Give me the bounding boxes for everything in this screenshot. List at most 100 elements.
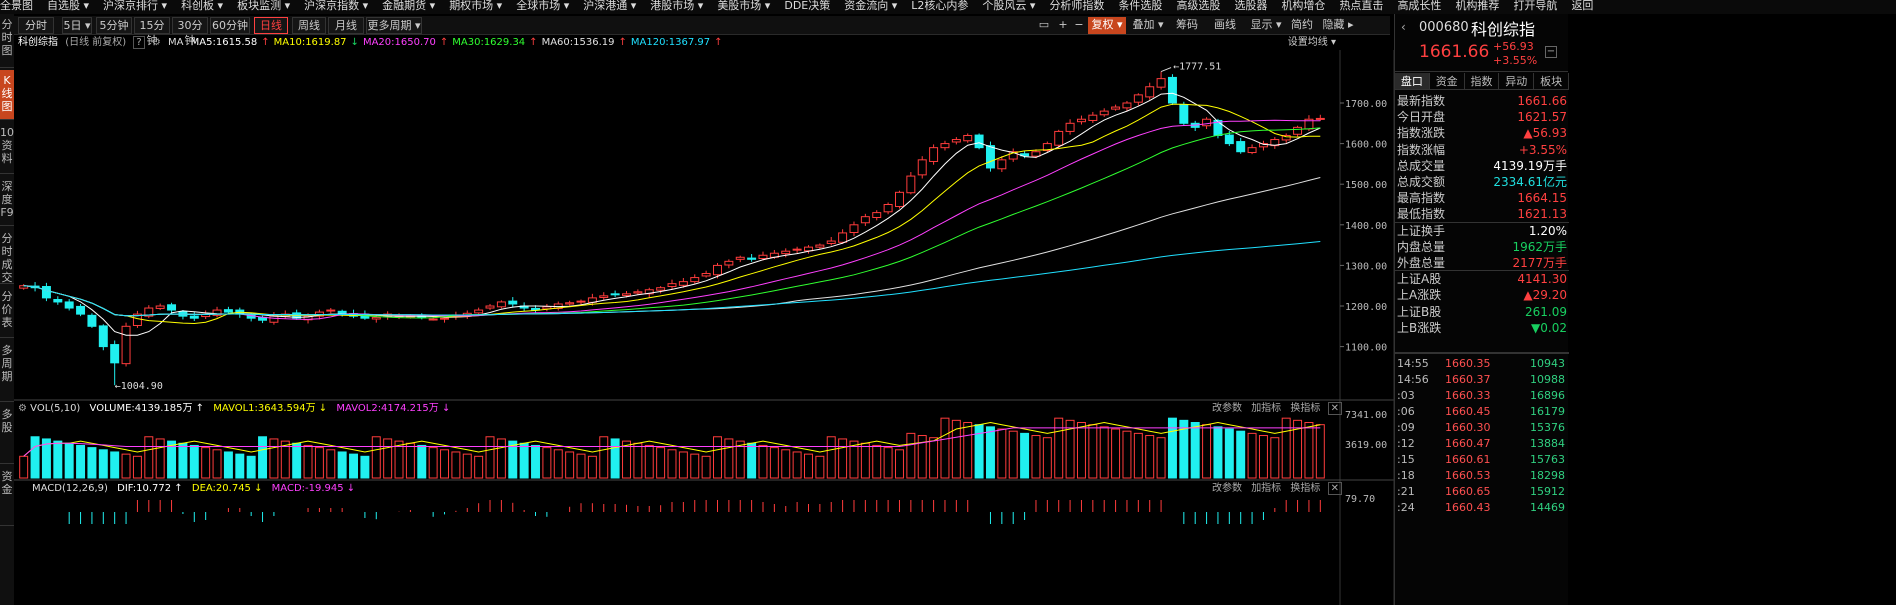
toolbar-button[interactable]: 复权 ▾ — [1088, 17, 1126, 34]
vol-title: VOL(5,10) — [30, 403, 81, 414]
vol-change-param-button[interactable]: 改参数 — [1212, 403, 1242, 414]
top-menu-item[interactable]: 期权市场 ▾ — [449, 0, 502, 12]
vtab-item[interactable]: 分时图 — [0, 14, 14, 68]
quote-row-label: 上A涨跌 — [1397, 288, 1442, 303]
top-menu-item[interactable]: 打开导航 — [1513, 0, 1557, 12]
macd-change-param-button[interactable]: 改参数 — [1212, 483, 1242, 494]
top-menu-item[interactable]: 高成长性 — [1397, 0, 1441, 12]
macd-switch-indicator-button[interactable]: 换指标 — [1290, 483, 1320, 494]
top-menu-item[interactable]: 机构推荐 — [1455, 0, 1499, 12]
vtab-item[interactable]: 资金 — [0, 466, 14, 526]
quote-row-label: 内盘总量 — [1397, 239, 1446, 254]
top-menu-item[interactable]: 美股市场 ▾ — [717, 0, 770, 12]
plus-icon[interactable]: + — [1056, 17, 1070, 34]
period-button[interactable]: 15分钟 — [134, 17, 170, 47]
macd-add-indicator-button[interactable]: 加指标 — [1251, 483, 1281, 494]
ma-value: MA5:1615.58 — [190, 37, 258, 48]
top-menu-item[interactable]: 沪深港通 ▾ — [583, 0, 636, 12]
quote-tab[interactable]: 指数 — [1465, 73, 1500, 89]
volume-bar — [565, 451, 575, 479]
vtab-item[interactable]: K线图 — [0, 70, 14, 120]
quote-tab[interactable]: 盘口 — [1395, 73, 1430, 89]
help-icon[interactable]: ? — [133, 36, 145, 49]
vtab-item[interactable]: 多周期 — [0, 340, 14, 402]
quote-tab[interactable]: 板块 — [1534, 73, 1569, 89]
period-button[interactable]: 5分钟 — [96, 17, 132, 34]
high-marker-line — [1160, 67, 1172, 72]
period-button[interactable]: 周线 — [292, 17, 326, 34]
minimize-icon[interactable]: − — [1545, 46, 1557, 58]
top-menu-item[interactable]: 板块监测 ▾ — [237, 0, 290, 12]
period-button[interactable]: 60分钟 — [210, 17, 250, 34]
top-menu-item[interactable]: 沪深京排行 ▾ — [103, 0, 167, 12]
vtab-item[interactable]: 10资料 — [0, 122, 14, 174]
minus-icon[interactable]: − — [1072, 17, 1086, 34]
top-menu-item[interactable]: L2核心内参 — [911, 0, 968, 12]
period-button[interactable]: 5日 ▾ — [62, 17, 92, 34]
top-menu-item[interactable]: 沪深京指数 ▾ — [304, 0, 368, 12]
vtab-item[interactable]: 分时成交 — [0, 228, 14, 284]
tick-time: :15 — [1397, 453, 1415, 466]
top-menu-item[interactable]: 分析师指数 — [1049, 0, 1104, 12]
vtab-item[interactable]: 多股 — [0, 404, 14, 464]
top-menu-item[interactable]: 选股器 — [1234, 0, 1267, 12]
rect-icon[interactable]: ▭ — [1036, 17, 1052, 34]
period-button[interactable]: 月线 — [328, 17, 364, 34]
period-button[interactable]: 日线 — [254, 17, 288, 34]
candle — [496, 301, 506, 308]
toolbar-button[interactable]: 显示 ▾ — [1248, 17, 1284, 34]
price-axis-label: 1300.00 — [1345, 261, 1387, 272]
quote-row: 上A涨跌 ▲29.20 — [1397, 287, 1567, 303]
ma-value: MA20:1650.70 — [362, 37, 436, 48]
quote-tab[interactable]: 资金 — [1430, 73, 1465, 89]
top-menu-item[interactable]: 返回 — [1571, 0, 1593, 12]
top-menu-item[interactable]: 资金流向 ▾ — [844, 0, 897, 12]
vol-add-indicator-button[interactable]: 加指标 — [1251, 403, 1281, 414]
toolbar-button[interactable]: 画线 — [1210, 17, 1240, 34]
toolbar-button[interactable]: 简约 — [1288, 17, 1316, 34]
volume-panel-icon[interactable]: ⚙ — [18, 403, 27, 414]
quote-row-label: 指数涨跌 — [1397, 126, 1446, 141]
top-menu-item[interactable]: 自选股 ▾ — [47, 0, 89, 12]
toolbar-button[interactable]: 筹码 — [1170, 17, 1204, 34]
top-menu-item[interactable]: 高级选股 — [1176, 0, 1220, 12]
dif-value: DIF:10.772 ↑ — [117, 483, 183, 494]
top-menu-item[interactable]: 港股市场 ▾ — [650, 0, 703, 12]
quote-row-label: 上证B股 — [1397, 304, 1442, 319]
volume-bar — [940, 417, 950, 479]
tick-volume: 10943 — [1530, 357, 1565, 370]
vtab-item[interactable]: 深度F9 — [0, 176, 14, 226]
vtab-item[interactable]: 分价表 — [0, 286, 14, 338]
top-menu-item[interactable]: 金融期货 ▾ — [382, 0, 435, 12]
top-menu-item[interactable]: 机构增仓 — [1281, 0, 1325, 12]
quote-row: 最新指数 1661.66 — [1397, 93, 1567, 109]
divider — [1395, 352, 1569, 354]
close-icon[interactable]: ✕ — [1327, 402, 1342, 415]
vol-switch-indicator-button[interactable]: 换指标 — [1290, 403, 1320, 414]
top-menu-item[interactable]: 科创板 ▾ — [181, 0, 223, 12]
top-menu-item[interactable]: 个股风云 ▾ — [982, 0, 1035, 12]
candle — [1145, 86, 1155, 98]
top-menu-item[interactable]: DDE决策 — [784, 0, 830, 12]
kline-chart[interactable]: 1700.00 1600.00 1500.00 1400.00 1300.00 1200.… — [14, 50, 1394, 605]
period-button[interactable]: 分时 — [18, 17, 54, 34]
candle — [110, 344, 120, 364]
top-menu-item[interactable]: 全球市场 ▾ — [516, 0, 569, 12]
quote-row-label: 总成交额 — [1397, 175, 1446, 189]
volume-bar — [826, 436, 836, 479]
quote-tab[interactable]: 异动 — [1499, 73, 1535, 89]
period-button[interactable]: 更多周期 ▾ — [366, 17, 422, 34]
nav-left-icon[interactable]: ‹ — [1401, 20, 1406, 34]
close-icon[interactable]: ✕ — [1327, 482, 1342, 495]
toolbar-button[interactable]: 隐藏 ▸ — [1320, 17, 1356, 34]
gear-icon[interactable]: ⚙ — [152, 37, 161, 48]
top-menu-item[interactable]: 条件选股 — [1118, 0, 1162, 12]
quote-row-label: 最新指数 — [1397, 94, 1446, 108]
period-button[interactable]: 30分钟 — [172, 17, 208, 47]
volume-bar — [428, 447, 438, 479]
setting-ma-button[interactable]: 设置均线 ▾ — [1288, 36, 1336, 50]
top-menu-item[interactable]: 热点直击 — [1339, 0, 1383, 12]
top-menu-item[interactable]: 全景图 — [0, 0, 33, 12]
toolbar-button[interactable]: 叠加 ▾ — [1130, 17, 1166, 34]
volume-legend: ⚙ VOL(5,10) VOLUME:4139.185万 ↑ MAVOL1:36… — [14, 402, 1394, 416]
